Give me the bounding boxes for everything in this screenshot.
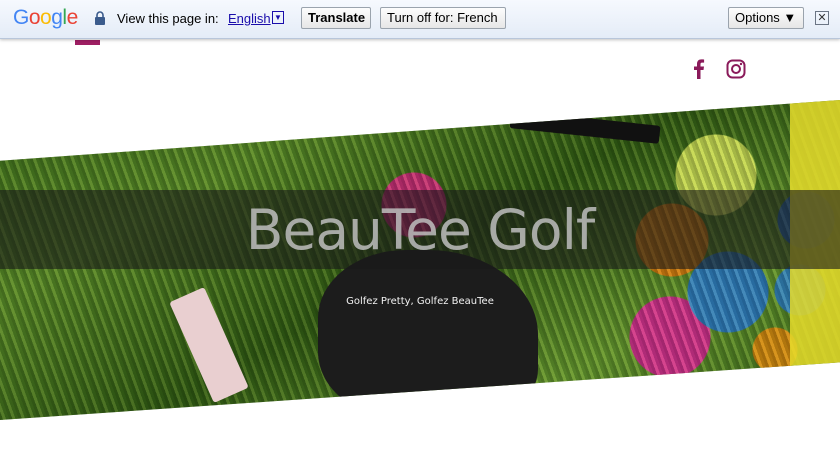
options-button[interactable]: Options ▼ — [728, 7, 804, 29]
translate-prompt: View this page in: — [117, 11, 219, 26]
turn-off-button[interactable]: Turn off for: French — [380, 7, 506, 29]
logo-letter: o — [40, 6, 52, 29]
instagram-icon[interactable] — [726, 59, 746, 79]
google-logo: Google — [13, 6, 78, 30]
site-title[interactable]: BeauTee Golf — [0, 198, 840, 262]
language-link[interactable]: English — [228, 11, 271, 26]
google-translate-bar: Google View this page in: English ▼ Tran… — [0, 0, 840, 39]
close-icon[interactable]: ✕ — [815, 11, 829, 25]
logo-letter: G — [13, 6, 29, 29]
facebook-icon[interactable] — [689, 59, 709, 79]
logo-letter: e — [66, 6, 79, 29]
site-tagline: Golfez Pretty, Golfez BeauTee — [346, 296, 494, 307]
active-nav-indicator — [75, 40, 100, 45]
logo-letter: o — [28, 6, 41, 29]
logo-letter: g — [51, 6, 63, 29]
language-dropdown-icon[interactable]: ▼ — [272, 11, 284, 24]
lock-icon — [95, 11, 105, 25]
golf-glove — [318, 250, 538, 420]
translate-button[interactable]: Translate — [301, 7, 371, 29]
